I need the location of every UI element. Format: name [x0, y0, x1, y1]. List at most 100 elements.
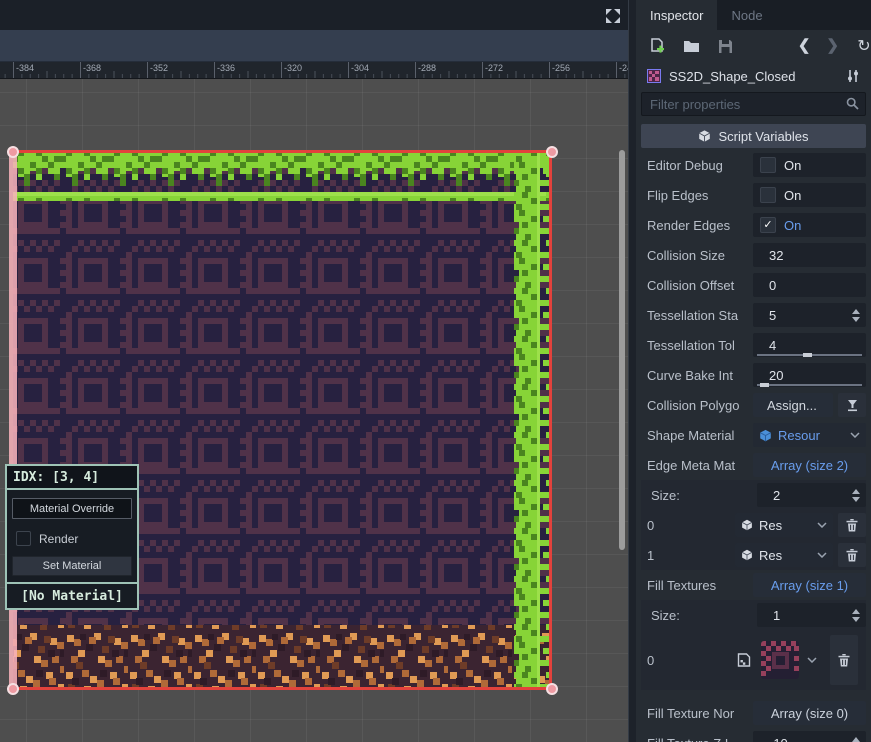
point-handle-bottom-left[interactable] [8, 684, 18, 694]
fill-texture-normals-array-button[interactable]: Array (size 0) [753, 701, 866, 725]
collision-offset-value[interactable]: 0 [753, 278, 776, 293]
inspector-tabbar: Inspector Node [636, 0, 871, 30]
chevron-down-icon[interactable] [850, 432, 860, 438]
section-script-variables[interactable]: Script Variables [641, 124, 866, 148]
tab-inspector[interactable]: Inspector [636, 0, 717, 30]
property-row-shape-material: Shape Material Resour [641, 420, 866, 450]
property-label: Editor Debug [647, 158, 753, 173]
render-edges-checkbox[interactable]: ✓ [760, 217, 776, 233]
fill-texture-item-row-0: 0 [641, 630, 866, 690]
point-handle-top-right[interactable] [547, 147, 557, 157]
ruler-label: -336 [217, 63, 235, 73]
ss2d-shape[interactable] [0, 78, 636, 742]
array-size-value[interactable]: 1 [757, 608, 780, 623]
filter-properties-input[interactable] [641, 92, 866, 116]
pick-node-button[interactable] [838, 393, 866, 417]
ruler-label: -272 [485, 63, 503, 73]
curve-bake-interval-value[interactable]: 20 [753, 368, 783, 383]
point-handle-top-left[interactable] [8, 147, 18, 157]
spinner-control[interactable] [852, 603, 860, 627]
array-size-row: Size: 2 [641, 480, 866, 510]
checkbox-label: On [784, 218, 801, 233]
ruler-label: -320 [284, 63, 302, 73]
delete-item-button[interactable] [838, 543, 866, 567]
edit-texture-icon[interactable] [735, 651, 753, 669]
render-label: Render [39, 532, 78, 546]
open-folder-icon[interactable] [682, 37, 700, 55]
chevron-down-icon[interactable] [817, 522, 827, 528]
save-icon[interactable] [716, 37, 734, 55]
spinner-control[interactable] [852, 731, 860, 742]
history-back-icon[interactable]: ❮ [798, 37, 811, 55]
panel-separator[interactable] [628, 0, 636, 742]
edge-meta-materials-array-button[interactable]: Array (size 2) [753, 453, 866, 477]
inspector-toolbar: ❮ ❯ ↻ [636, 30, 871, 62]
fill-textures-array-button[interactable]: Array (size 1) [753, 573, 866, 597]
trash-icon [838, 654, 850, 667]
history-forward-icon[interactable]: ❯ [826, 37, 839, 55]
checkbox-label: On [784, 188, 801, 203]
set-material-button[interactable]: Set Material [12, 556, 132, 576]
edited-resource-row[interactable]: SS2D_Shape_Closed [636, 62, 871, 90]
property-label: Shape Material [647, 428, 753, 443]
resource-tools-icon[interactable] [844, 67, 862, 85]
property-label: Tessellation Sta [647, 308, 753, 323]
inspector-panel: Inspector Node ❮ ❯ ↻ [636, 0, 871, 742]
property-label: Curve Bake Int [647, 368, 753, 383]
delete-item-button[interactable] [838, 513, 866, 537]
spinner-control[interactable] [852, 483, 860, 507]
array-size-value[interactable]: 2 [757, 488, 780, 503]
no-material-label: [No Material] [7, 582, 137, 608]
tessellation-tolerance-value[interactable]: 4 [753, 338, 776, 353]
chevron-down-icon[interactable] [817, 552, 827, 558]
shape-material-value: Resour [778, 428, 844, 443]
property-row-collision-size: Collision Size 32 [641, 240, 866, 270]
2d-editor-viewport[interactable]: -384-368-352-336-320-304-288-272-256-240… [0, 0, 636, 742]
funnel-icon [846, 399, 859, 412]
chevron-down-icon[interactable] [807, 657, 817, 663]
property-row-fill-textures: Fill Textures Array (size 1) [641, 570, 866, 600]
collision-size-value[interactable]: 32 [753, 248, 783, 263]
render-checkbox[interactable] [16, 531, 31, 546]
array-size-label: Size: [647, 608, 757, 623]
property-label: Fill Textures [647, 578, 753, 593]
shape-boundary-top [13, 150, 552, 153]
property-row-edge-meta-materials: Edge Meta Mat Array (size 2) [641, 450, 866, 480]
tab-node[interactable]: Node [717, 0, 776, 30]
array-item-row-1: 1 Res [641, 540, 866, 570]
property-label: Fill Texture Z I [647, 736, 753, 742]
edge-material-resource-1[interactable]: Res [735, 543, 833, 567]
fill-texture-z-index-value[interactable]: -10 [753, 736, 788, 742]
slider-grabber[interactable] [803, 353, 812, 357]
expand-viewport-icon[interactable] [602, 5, 624, 27]
property-label: Tessellation Tol [647, 338, 753, 353]
editor-debug-checkbox[interactable] [760, 157, 776, 173]
canvas-editor-toolbar [0, 30, 636, 62]
edge-material-resource-0[interactable]: Res [735, 513, 833, 537]
property-label: Collision Polygo [647, 398, 753, 413]
point-handle-bottom-right[interactable] [547, 684, 557, 694]
property-row-flip-edges: Flip Edges On [641, 180, 866, 210]
array-item-row-0: 0 Res [641, 510, 866, 540]
property-list: Editor Debug On Flip Edges On Render Edg… [636, 150, 871, 742]
slider-grabber[interactable] [760, 383, 769, 387]
search-icon [846, 97, 859, 115]
flip-edges-checkbox[interactable] [760, 187, 776, 203]
material-override-button[interactable]: Material Override [12, 498, 132, 519]
history-menu-icon[interactable]: ↻ [855, 37, 871, 55]
property-label: Edge Meta Mat [647, 458, 753, 473]
fill-texture-preview[interactable] [761, 641, 799, 679]
viewport-vertical-scrollbar[interactable] [619, 150, 625, 550]
new-resource-icon[interactable] [648, 37, 666, 55]
horizontal-ruler: -384-368-352-336-320-304-288-272-256-240 [0, 62, 636, 79]
popup-title: IDX: [3, 4] [7, 466, 137, 490]
spinner-control[interactable] [852, 303, 860, 327]
assign-node-button[interactable]: Assign... [753, 393, 833, 417]
viewport-top-band [0, 0, 636, 30]
trash-icon [846, 519, 858, 532]
property-label: Flip Edges [647, 188, 753, 203]
tessellation-stages-value[interactable]: 5 [753, 308, 776, 323]
shape-material-resource[interactable]: Resour [753, 423, 866, 447]
delete-item-button[interactable] [830, 635, 858, 685]
slider-track[interactable] [757, 384, 862, 386]
